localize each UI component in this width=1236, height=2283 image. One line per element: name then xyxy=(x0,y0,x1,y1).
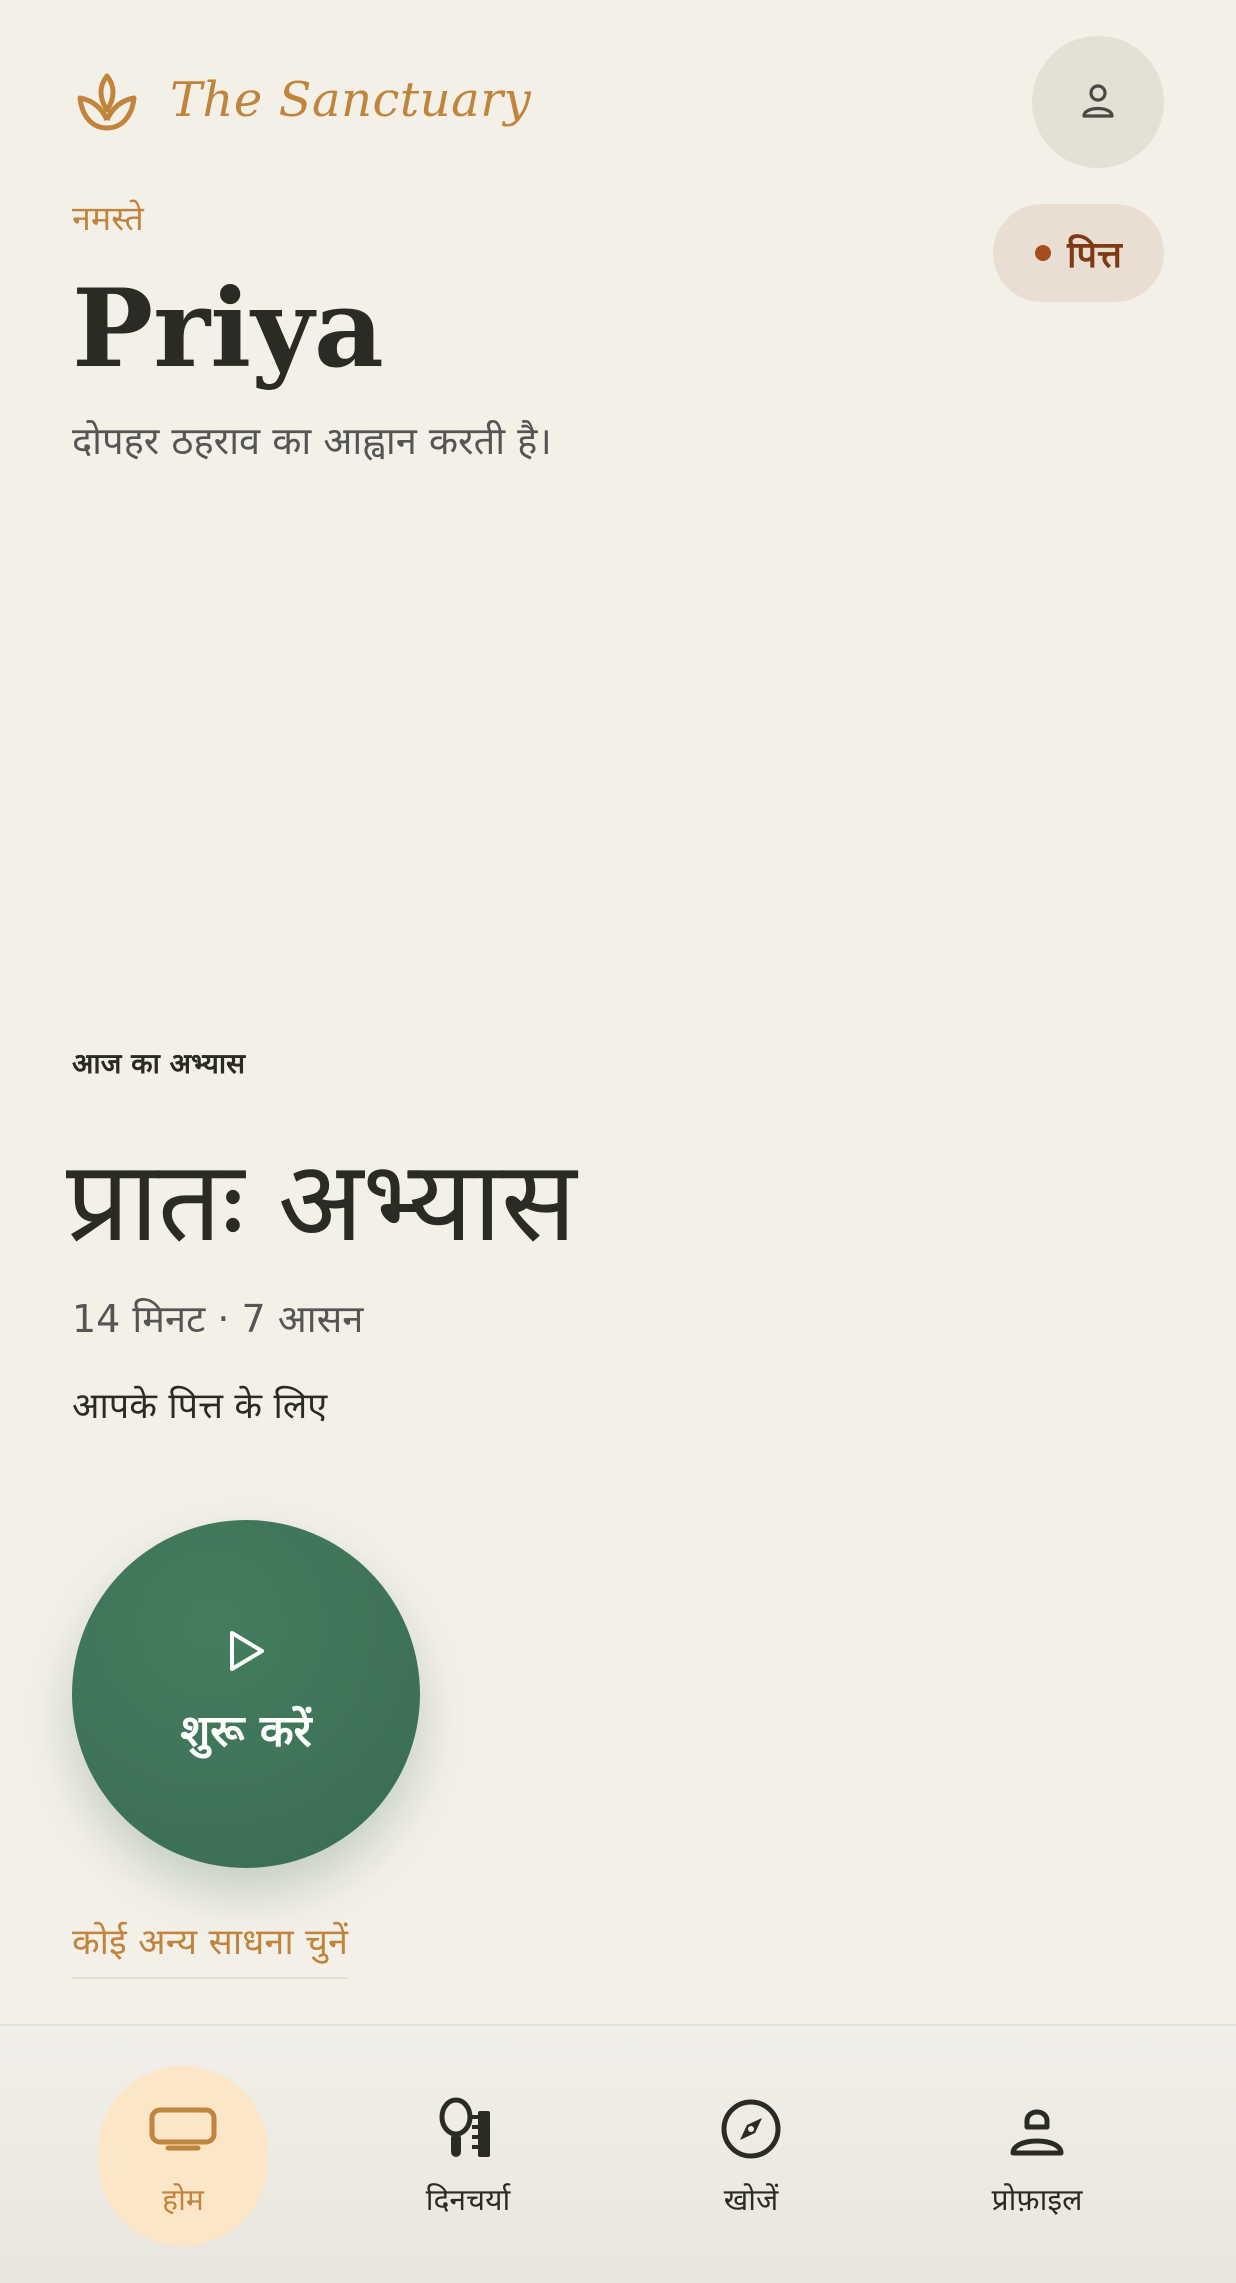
play-icon xyxy=(226,1629,266,1677)
compass-icon xyxy=(720,2094,782,2164)
bottom-navigation: होम दिनचर्या खोजें प्रोफ़ाइल xyxy=(0,2024,1236,2283)
nav-label: प्रोफ़ाइल xyxy=(991,2183,1083,2218)
practice-title: प्रातः अभ्यास xyxy=(66,1137,577,1267)
practice-for-text: आपके पित्त के लिए xyxy=(72,1386,328,1427)
profile-icon xyxy=(1009,2094,1065,2164)
nav-item-home[interactable]: होम xyxy=(98,2066,268,2246)
start-practice-button[interactable]: शुरू करें xyxy=(72,1520,420,1868)
lotus-icon xyxy=(74,70,140,136)
nav-item-profile[interactable]: प्रोफ़ाइल xyxy=(952,2066,1122,2246)
routine-icon xyxy=(436,2094,500,2164)
nav-label: होम xyxy=(162,2183,204,2218)
nav-item-explore[interactable]: खोजें xyxy=(666,2066,836,2246)
nav-label: दिनचर्या xyxy=(425,2183,511,2218)
dosha-badge[interactable]: पित्त xyxy=(993,204,1164,302)
practice-meta: 14 मिनट · 7 आसन xyxy=(72,1297,364,1341)
user-name: Priya xyxy=(72,266,384,392)
brand-name: The Sanctuary xyxy=(170,72,532,128)
nav-item-routine[interactable]: दिनचर्या xyxy=(383,2066,553,2246)
start-label: शुरू करें xyxy=(180,1706,312,1757)
nav-label: खोजें xyxy=(723,2183,779,2218)
profile-button[interactable] xyxy=(1032,36,1164,168)
dosha-label: पित्त xyxy=(1067,234,1122,276)
user-icon xyxy=(1078,80,1118,124)
status-dot xyxy=(1035,245,1052,261)
practice-section-label: आज का अभ्यास xyxy=(72,1047,246,1080)
greeting-salutation: नमस्ते xyxy=(72,199,144,239)
choose-other-practice-link[interactable]: कोई अन्य साधना चुनें xyxy=(72,1916,348,1979)
greeting-subtitle: दोपहर ठहराव का आह्वान करती है। xyxy=(72,419,552,463)
home-icon xyxy=(148,2094,218,2164)
